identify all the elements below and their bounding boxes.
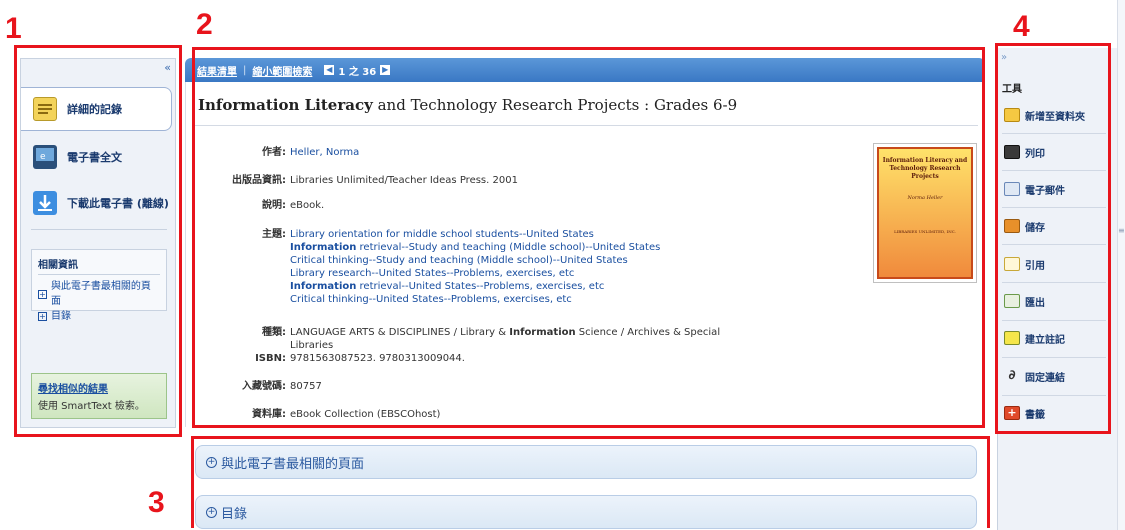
annotation-number-4: 4 <box>1013 10 1030 43</box>
annotation-number-1: 1 <box>5 12 22 45</box>
annotation-box-1 <box>14 45 182 437</box>
page-right-edge <box>1117 0 1125 530</box>
annotation-box-2 <box>192 47 985 428</box>
resize-grip-icon[interactable]: ≡ <box>1118 226 1125 235</box>
annotation-number-3: 3 <box>148 486 165 519</box>
annotation-box-3 <box>191 436 990 528</box>
annotation-number-2: 2 <box>196 8 213 41</box>
annotation-box-4 <box>995 43 1111 434</box>
